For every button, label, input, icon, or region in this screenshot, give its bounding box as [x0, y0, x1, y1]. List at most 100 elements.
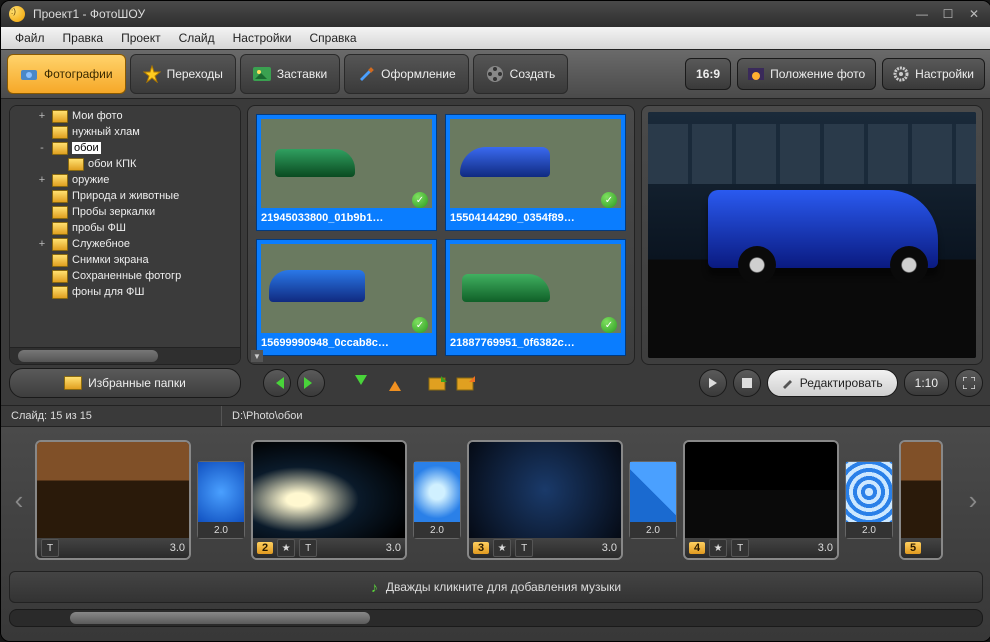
minimize-button[interactable]: — [913, 7, 931, 21]
folder-row[interactable]: +Служебное [10, 236, 240, 252]
photo-position-button[interactable]: Положение фото [737, 58, 876, 90]
favorite-folders-button[interactable]: Избранные папки [9, 368, 241, 398]
timeline-slide[interactable]: 2 ★ T 3.0 [251, 440, 407, 560]
add-down-button[interactable] [355, 375, 367, 391]
transition-item[interactable]: 2.0 [629, 461, 677, 539]
tab-intros[interactable]: Заставки [240, 54, 340, 94]
star-icon[interactable]: ★ [493, 539, 511, 557]
folder-icon [52, 206, 68, 219]
text-icon[interactable]: T [731, 539, 749, 557]
thumbnail-item[interactable]: ✓ 21887769951_0f6382c… [445, 239, 626, 356]
tab-transitions-label: Переходы [167, 67, 223, 81]
menu-project[interactable]: Проект [113, 29, 169, 47]
play-button[interactable] [699, 369, 727, 397]
slide-index: 3 [473, 542, 489, 554]
thumbnail-item[interactable]: ✓ 15504144290_0354f89… [445, 114, 626, 231]
timeline-slide[interactable]: 3 ★ T 3.0 [467, 440, 623, 560]
expander-icon[interactable]: + [36, 238, 48, 250]
aspect-ratio-label: 16:9 [696, 67, 720, 81]
folder-row[interactable]: обои КПК [10, 156, 240, 172]
length-value: 1:10 [915, 376, 938, 390]
check-icon: ✓ [412, 192, 428, 208]
transition-duration: 2.0 [846, 522, 892, 538]
folder-hscroll[interactable] [10, 347, 240, 364]
slide-thumb [469, 442, 621, 538]
slide-thumb [37, 442, 189, 538]
maximize-button[interactable]: ☐ [939, 7, 957, 21]
check-icon: ✓ [412, 317, 428, 333]
folder-label: Сохраненные фотогр [72, 270, 181, 282]
stop-button[interactable] [733, 369, 761, 397]
status-slide: Слайд: 15 из 15 [1, 406, 222, 426]
folder-row[interactable]: +оружие [10, 172, 240, 188]
thumbnail-item[interactable]: ✓ 21945033800_01b9b1… [256, 114, 437, 231]
menu-help[interactable]: Справка [301, 29, 364, 47]
folder-row[interactable]: + Мои фото [10, 108, 240, 124]
thumbnail-item[interactable]: ✓ 15699990948_0ccab8c… [256, 239, 437, 356]
close-button[interactable]: ✕ [965, 7, 983, 21]
tab-photos[interactable]: Фотографии [7, 54, 126, 94]
pencil-icon [782, 377, 794, 389]
add-folder-button[interactable] [427, 374, 449, 392]
title-bar: Проект1 - ФотоШОУ — ☐ ✕ [1, 1, 990, 27]
nav-forward-button[interactable] [297, 369, 325, 397]
folder-down-icon [427, 374, 449, 392]
gear-icon [893, 66, 909, 82]
folder-up-icon [455, 374, 477, 392]
transition-item[interactable]: 2.0 [413, 461, 461, 539]
thumbnail-image [261, 244, 432, 333]
text-icon[interactable]: T [41, 539, 59, 557]
folder-icon [52, 270, 68, 283]
menu-bar: Файл Правка Проект Слайд Настройки Справ… [1, 27, 990, 49]
folder-row[interactable]: Природа и животные [10, 188, 240, 204]
transition-thumb [846, 462, 892, 522]
nav-back-button[interactable] [263, 369, 291, 397]
menu-settings[interactable]: Настройки [225, 29, 300, 47]
folder-row[interactable]: фоны для ФШ [10, 284, 240, 300]
slide-duration: 3.0 [818, 542, 833, 554]
expander-icon[interactable]: + [36, 174, 48, 186]
timeline-slide[interactable]: 5 [899, 440, 943, 560]
folder-row[interactable]: Пробы зеркалки [10, 204, 240, 220]
folder-label: Мои фото [72, 110, 123, 122]
folder-label: Снимки экрана [72, 254, 149, 266]
timeline-slide[interactable]: T 3.0 [35, 440, 191, 560]
tab-create[interactable]: Создать [473, 54, 569, 94]
timeline-slides[interactable]: T 3.0 2.0 2 ★ T [35, 440, 957, 560]
tab-design[interactable]: Оформление [344, 54, 468, 94]
settings-button[interactable]: Настройки [882, 58, 985, 90]
folder-row[interactable]: -обои [10, 140, 240, 156]
text-icon[interactable]: T [299, 539, 317, 557]
expander-icon[interactable]: + [36, 110, 48, 122]
menu-file[interactable]: Файл [7, 29, 53, 47]
fullscreen-button[interactable] [955, 369, 983, 397]
scroll-down-icon[interactable]: ▼ [251, 350, 263, 362]
timeline-track: ‹ T 3.0 2.0 [9, 435, 983, 565]
tab-transitions[interactable]: Переходы [130, 54, 236, 94]
picture-icon [253, 65, 271, 83]
remove-up-button[interactable] [389, 375, 401, 391]
timeline-next-button[interactable]: › [963, 445, 983, 555]
thumbnail-image [261, 119, 432, 208]
folder-row[interactable]: пробы ФШ [10, 220, 240, 236]
star-icon[interactable]: ★ [277, 539, 295, 557]
folder-row[interactable]: Снимки экрана [10, 252, 240, 268]
star-icon[interactable]: ★ [709, 539, 727, 557]
aspect-ratio-button[interactable]: 16:9 [685, 58, 731, 90]
folder-panel: + Мои фото нужный хлам-обоиобои КПК+оружие… [9, 105, 241, 365]
menu-slide[interactable]: Слайд [171, 29, 223, 47]
transition-item[interactable]: 2.0 [845, 461, 893, 539]
add-all-button[interactable] [455, 374, 477, 392]
menu-edit[interactable]: Правка [55, 29, 112, 47]
transition-item[interactable]: 2.0 [197, 461, 245, 539]
expander-icon[interactable]: - [36, 142, 48, 154]
edit-button[interactable]: Редактировать [767, 369, 898, 397]
timeline-slide[interactable]: 4 ★ T 3.0 [683, 440, 839, 560]
timeline-hscroll[interactable] [9, 609, 983, 627]
folder-row[interactable]: Сохраненные фотогр [10, 268, 240, 284]
folder-row[interactable]: нужный хлам [10, 124, 240, 140]
music-track[interactable]: ♪ Дважды кликните для добавления музыки [9, 571, 983, 603]
timeline-prev-button[interactable]: ‹ [9, 445, 29, 555]
folder-tree[interactable]: + Мои фото нужный хлам-обоиобои КПК+оружие… [10, 106, 240, 347]
text-icon[interactable]: T [515, 539, 533, 557]
